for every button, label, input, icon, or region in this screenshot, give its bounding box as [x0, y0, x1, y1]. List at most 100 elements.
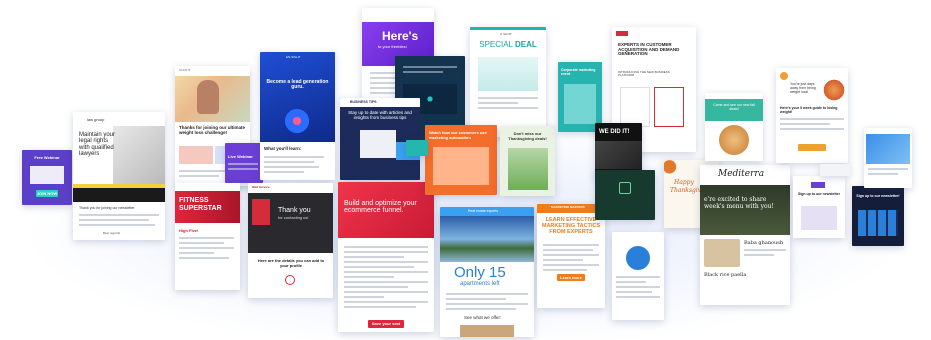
- mkt-lines: [543, 244, 599, 274]
- blue-abstract-image: [866, 134, 910, 164]
- thanks-deals-headline: Don't miss our Thanksgiving deals!: [508, 131, 547, 141]
- apt-lines: [446, 293, 528, 313]
- live-headline: Live Webinar: [228, 154, 253, 159]
- learn-more-button[interactable]: Learn more: [557, 274, 585, 281]
- special-headline: SPECIAL DEAL: [474, 40, 542, 49]
- recipe-food-1: [704, 239, 740, 267]
- weight-card-pink: [179, 146, 213, 164]
- template-business-tips[interactable]: BUSINESS TIPS Stay up to date with artic…: [340, 98, 420, 180]
- weight-brand: SLIMFIT: [179, 68, 191, 72]
- apt-sub: apartments left: [460, 281, 500, 287]
- special-top-bar: [470, 27, 546, 30]
- template-legal[interactable]: law group Maintain your legal rights wit…: [73, 112, 165, 240]
- legal-dark-band: [73, 188, 165, 202]
- ecommerce-lines: [344, 246, 428, 311]
- experts-headline: EXPERTS IN CUSTOMER ACQUISITION AND DEMA…: [618, 42, 680, 57]
- fitness-headline-1: FITNESS: [179, 197, 209, 204]
- template-team[interactable]: [612, 232, 664, 320]
- template-teal-event[interactable]: [406, 140, 428, 156]
- template-recipe[interactable]: Mediterra e're excited to share week's m…: [700, 165, 790, 305]
- corporate-image: [564, 84, 596, 124]
- corporate-headline: Corporate marketing event: [561, 68, 596, 77]
- leadgen-headline: Become a lead generation guru.: [266, 79, 329, 91]
- dark-newsletter-grid: [858, 210, 898, 236]
- contact-red-shape: [252, 199, 270, 225]
- food-sub: Here's your 5 week guide to losing weigh…: [780, 106, 838, 115]
- keyword-headline: Sign up to our newsletter: [797, 192, 840, 196]
- weight-headline: Thanks for joining our ultimate weight l…: [179, 125, 246, 135]
- template-thanksgiving-deals[interactable]: Don't miss our Thanksgiving deals!: [500, 126, 555, 196]
- experts-logo: [616, 31, 628, 36]
- template-ecommerce[interactable]: Build and optimize your ecommerce funnel…: [338, 182, 434, 332]
- template-apartments[interactable]: Real estate experts Only 15 apartments l…: [440, 207, 534, 337]
- calendar-headline: Watch how our customers use marketing au…: [429, 130, 487, 140]
- contact-brand: Well Service: [252, 185, 270, 189]
- template-lead-generation[interactable]: EN-SIGHT Become a lead generation guru. …: [260, 52, 335, 180]
- template-collage: Free Webinar JOIN NOW law group Maintain…: [0, 0, 931, 340]
- save-seat-button[interactable]: Save your seat: [368, 320, 404, 328]
- contact-headline: Thank you: [278, 207, 311, 214]
- fitness-headline-2: SUPERSTAR: [179, 205, 222, 212]
- template-fitness[interactable]: FITNESS SUPERSTAR High Five!: [175, 183, 240, 290]
- template-corporate-event[interactable]: Corporate marketing event: [558, 62, 602, 132]
- fitness-sub: High Five!: [179, 228, 199, 233]
- calendar-card: [433, 147, 489, 185]
- wedidit-image: [595, 141, 642, 169]
- recipe-headline: e're excited to share week's menu with y…: [704, 196, 774, 210]
- special-brand: O SHOP: [500, 32, 512, 36]
- leadgen-lines: [264, 156, 324, 176]
- fitness-lines: [179, 237, 234, 262]
- template-special-deal[interactable]: O SHOP SPECIAL DEAL: [470, 27, 546, 137]
- thanks-deals-image: [508, 148, 548, 190]
- template-webinar-small[interactable]: Free Webinar JOIN NOW: [22, 150, 72, 205]
- mkt-brand: MARKETING MASTERS: [551, 205, 585, 209]
- template-calendar[interactable]: Watch how our customers use marketing au…: [425, 125, 497, 195]
- legal-portrait: [113, 126, 165, 186]
- legal-text-lines: [79, 214, 159, 229]
- food-icon: [780, 72, 788, 80]
- dark-event-lines: [403, 66, 457, 76]
- recipe-brand: Mediterra: [718, 169, 765, 179]
- live-lines: [228, 163, 258, 173]
- template-purple-card[interactable]: [820, 164, 850, 176]
- legal-brand: law group: [87, 117, 105, 122]
- apt-offer: See what we offer:: [464, 315, 502, 320]
- promo-image: [719, 125, 749, 155]
- happy-headline-1: Happy: [674, 179, 694, 186]
- leadgen-list-title: What you'll learn:: [264, 146, 302, 151]
- legal-signoff: Best regards: [103, 231, 121, 235]
- template-dark-green[interactable]: [595, 170, 655, 220]
- legal-headline: Maintain your legal rights with qualifie…: [79, 132, 116, 157]
- template-dark-newsletter[interactable]: Sign up to our newsletter!: [852, 186, 904, 246]
- leadgen-illustration: [282, 108, 312, 134]
- template-keyword[interactable]: Sign up to our newsletter: [793, 176, 845, 238]
- template-live-webinar[interactable]: Live Webinar: [225, 143, 263, 183]
- template-blue-abstract[interactable]: [864, 128, 912, 188]
- food-headline: You're just days away from being weight …: [790, 82, 816, 95]
- experts-chart-right: [654, 87, 684, 127]
- special-lines: [478, 97, 538, 112]
- promo-headline: Come and see our new fall deals!: [713, 103, 755, 112]
- recipe-dish-1: Baba ghanoush: [744, 240, 784, 246]
- contact-sub: for contacting us!: [278, 215, 309, 220]
- experts-chart-left: [620, 87, 650, 127]
- business-image: [360, 130, 396, 158]
- webinar-headline: Free Webinar: [34, 155, 60, 160]
- team-circle: [626, 246, 650, 270]
- dark-green-icon: [619, 182, 631, 194]
- special-headline-1: SPECIAL: [479, 40, 513, 49]
- template-food-guide[interactable]: You're just days away from being weight …: [776, 68, 848, 163]
- recipe-lines: [744, 249, 786, 259]
- mkt-headline: LEARN EFFECTIVE MARKETING TACTICS FROM E…: [541, 217, 601, 235]
- food-lines: [780, 118, 844, 133]
- template-promo[interactable]: Come and see our new fall deals!: [705, 93, 763, 161]
- freebies-sub: to your freebies!: [378, 44, 407, 49]
- special-headline-2: DEAL: [514, 40, 537, 49]
- dark-newsletter-headline: Sign up to our newsletter!: [856, 194, 900, 198]
- business-headline: Stay up to date with articles and insigh…: [348, 110, 412, 121]
- join-button[interactable]: JOIN NOW: [36, 190, 58, 197]
- template-contact[interactable]: Well Service Thank you for contacting us…: [248, 183, 333, 298]
- blue-abstract-lines: [868, 168, 908, 178]
- food-button[interactable]: [798, 144, 826, 151]
- keyword-logo: [811, 182, 825, 188]
